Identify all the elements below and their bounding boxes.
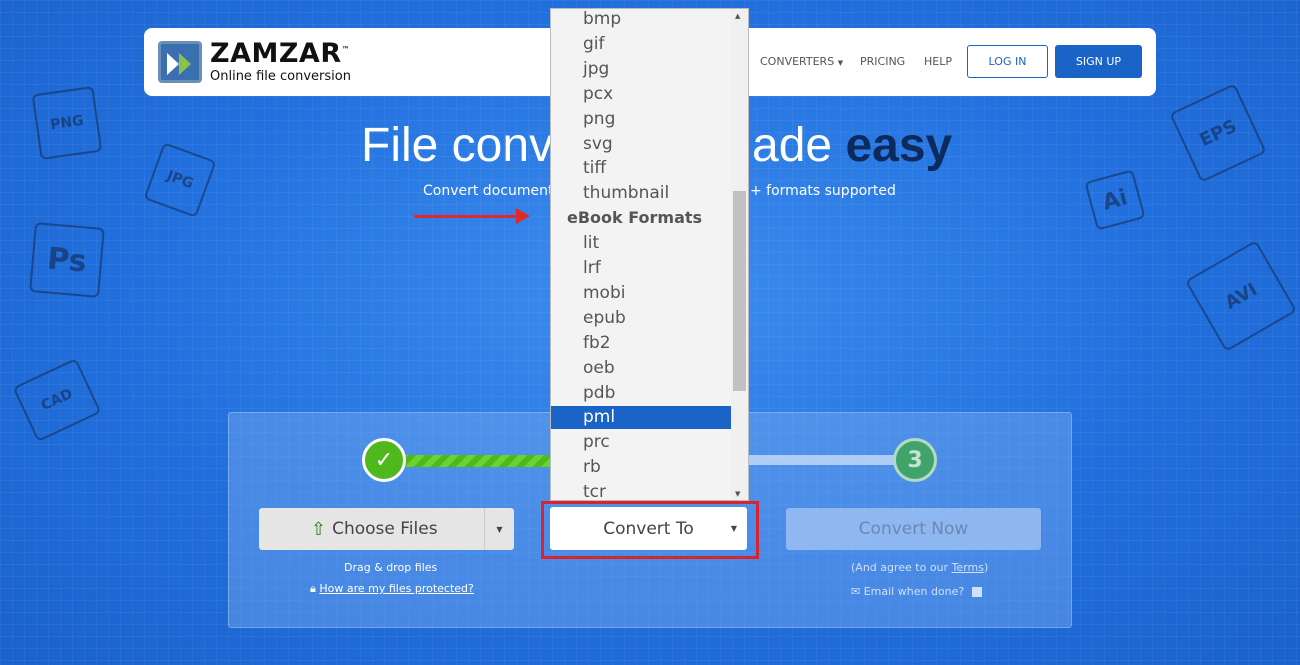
step-3-indicator: 3 [893,438,937,482]
signup-button[interactable]: SIGN UP [1055,45,1142,78]
dropdown-option[interactable]: oeb [551,357,732,380]
nav-help[interactable]: HELP [924,55,952,68]
progress-track-pending [745,455,910,465]
dropdown-option[interactable]: tcr [551,481,732,500]
hero-title-left: File conv [361,119,554,172]
choose-files-label: Choose Files [332,519,438,539]
dropdown-option[interactable]: bmp [551,9,732,31]
hero-title-right: ade easy [752,119,953,172]
dropdown-option[interactable]: tiff [551,157,732,180]
dropdown-option[interactable]: thumbnail [551,182,732,205]
step-1-complete-icon: ✓ [362,438,406,482]
dropdown-option[interactable]: lrf [551,257,732,280]
dropdown-option[interactable]: epub [551,307,732,330]
hero-subtitle-left: Convert documents, [423,183,566,199]
dropdown-option[interactable]: gif [551,33,732,56]
drag-drop-hint: Drag & drop files [344,561,438,574]
envelope-icon: ✉ [851,585,861,598]
nav-pricing[interactable]: PRICING [860,55,905,68]
scrollbar-thumb[interactable] [733,191,746,391]
progress-track-complete [400,455,560,467]
red-arrow-annotation [414,208,530,224]
dropdown-option[interactable]: jpg [551,58,732,81]
scroll-up-icon[interactable]: ▲ [735,12,740,20]
dropdown-option[interactable]: prc [551,431,732,454]
login-button[interactable]: LOG IN [967,45,1048,78]
choose-files-button[interactable]: ⇧ Choose Files ▼ [259,508,514,550]
nav-converters[interactable]: CONVERTERS ▼ [760,55,843,68]
hero-subtitle-right: + formats supported [750,183,896,199]
dropdown-scrollbar[interactable]: ▲ ▼ [731,9,748,500]
convert-now-button[interactable]: Convert Now [786,508,1041,550]
cloud-upload-icon: ⇧ [311,518,327,540]
dropdown-option[interactable]: rb [551,456,732,479]
files-protected-link[interactable]: 🔒︎ How are my files protected? [310,582,474,596]
dropdown-option[interactable]: png [551,108,732,131]
terms-note: (And agree to our Terms) [851,561,989,574]
format-dropdown-list: tcr rb prc pml pdb oeb fb2 epub mobi lrf lit eBook … [550,8,749,501]
photoshop-file-icon: Ps [29,222,105,298]
highlight-box-annotation [541,501,759,559]
brand-tagline: Online file conversion [210,69,351,84]
zamzar-logo-icon [158,41,202,83]
choose-files-dropdown-toggle[interactable]: ▼ [484,508,514,550]
dropdown-option[interactable]: lit [551,232,732,255]
dropdown-group-header: eBook Formats [567,208,703,228]
dropdown-option[interactable]: mobi [551,282,732,305]
brand-name[interactable]: ZAMZAR™ [210,38,350,69]
scroll-down-icon[interactable]: ▼ [735,490,740,498]
caret-down-icon: ▼ [837,59,844,67]
email-checkbox[interactable] [971,587,982,597]
dropdown-option[interactable]: fb2 [551,332,732,355]
png-file-icon: PNG [31,86,103,160]
dropdown-option[interactable]: pml [551,406,732,430]
email-when-done: ✉ Email when done? [851,585,982,598]
lock-icon: 🔒︎ [310,582,316,595]
dropdown-option[interactable]: svg [551,133,732,156]
terms-link[interactable]: Terms [952,561,984,574]
dropdown-option[interactable]: pcx [551,83,732,106]
dropdown-option[interactable]: pdb [551,382,732,405]
